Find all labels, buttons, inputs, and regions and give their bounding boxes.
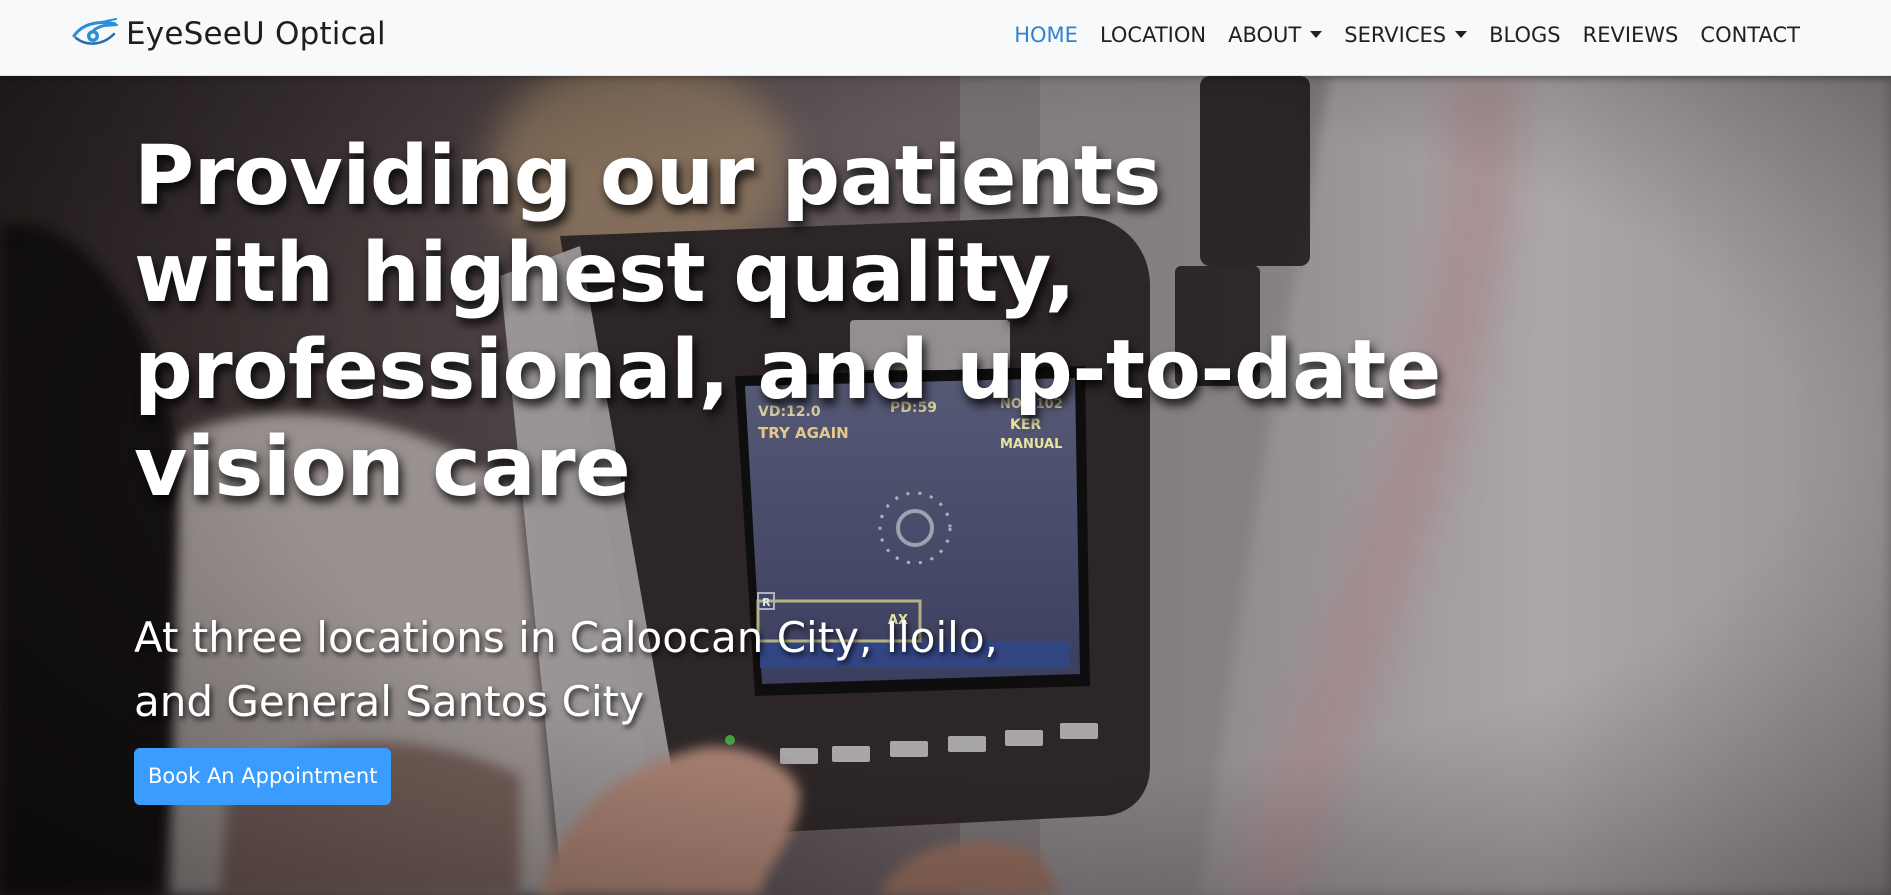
brand-name: EyeSeeU Optical [126, 16, 386, 52]
nav-item-location[interactable]: LOCATION [1089, 20, 1217, 50]
nav-item-label: LOCATION [1099, 23, 1207, 47]
eye-logo-icon [72, 18, 118, 45]
headline-line: Providing our patients [134, 129, 1161, 224]
book-appointment-button[interactable]: Book An Appointment [134, 748, 392, 805]
main-nav: HOME LOCATION ABOUT SERVICES BLOGS REVIE… [1003, 20, 1811, 50]
hero-headline: Providing our patients with highest qual… [134, 128, 1534, 516]
nav-item-label: REVIEWS [1582, 23, 1679, 47]
headline-line: professional, and up-to-date [134, 323, 1441, 418]
subline-line: At three locations in Caloocan City, Ilo… [134, 613, 998, 662]
nav-item-label: HOME [1014, 23, 1078, 47]
nav-item-label: ABOUT [1228, 23, 1302, 47]
hero-subheading: At three locations in Caloocan City, Ilo… [134, 606, 1534, 734]
subline-line: and General Santos City [134, 677, 644, 726]
nav-item-blogs[interactable]: BLOGS [1478, 20, 1572, 50]
caret-down-icon [1310, 30, 1323, 38]
hero-section: VD:12.0 PD:59 NO.2102 TRY AGAIN KER MANU… [0, 76, 1891, 895]
nav-item-contact[interactable]: CONTACT [1689, 20, 1811, 50]
headline-line: with highest quality, [134, 226, 1076, 321]
nav-item-home[interactable]: HOME [1003, 20, 1089, 50]
nav-item-label: CONTACT [1700, 23, 1800, 47]
caret-down-icon [1455, 30, 1468, 38]
nav-item-services[interactable]: SERVICES [1333, 20, 1478, 50]
nav-item-reviews[interactable]: REVIEWS [1572, 20, 1690, 50]
nav-item-label: SERVICES [1344, 23, 1447, 47]
nav-item-label: BLOGS [1489, 23, 1561, 47]
nav-item-about[interactable]: ABOUT [1217, 20, 1333, 50]
hero-content: Providing our patients with highest qual… [134, 128, 1534, 805]
headline-line: vision care [134, 420, 631, 515]
brand-link[interactable]: EyeSeeU Optical [72, 14, 386, 54]
navbar: EyeSeeU Optical HOME LOCATION ABOUT SERV… [0, 0, 1891, 76]
